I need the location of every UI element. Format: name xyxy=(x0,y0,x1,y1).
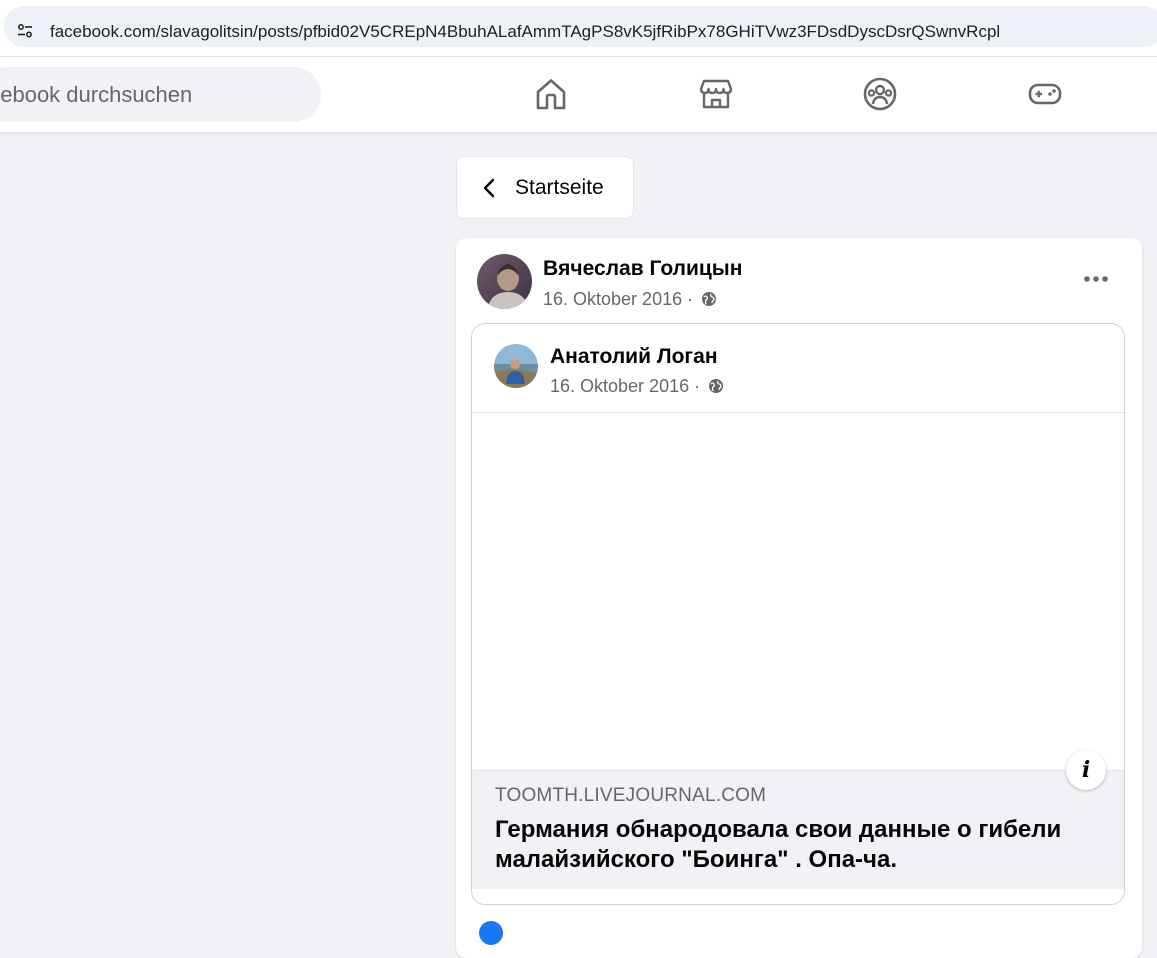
back-to-home-button[interactable]: Startseite xyxy=(456,156,634,219)
gaming-icon[interactable] xyxy=(1025,74,1065,114)
shared-author-avatar-image xyxy=(494,344,538,388)
address-bar[interactable]: facebook.com/slavagolitsin/posts/pfbid02… xyxy=(4,6,1157,47)
globe-icon xyxy=(709,379,724,393)
shared-post-date-text[interactable]: 16. Oktober 2016 · xyxy=(550,376,700,396)
globe-icon xyxy=(702,292,717,306)
url-text[interactable]: facebook.com/slavagolitsin/posts/pfbid02… xyxy=(50,22,1000,42)
back-button-label: Startseite xyxy=(515,176,604,199)
search-input[interactable] xyxy=(0,67,300,122)
link-title[interactable]: Германия обнародовала свои данные о гибе… xyxy=(495,815,1105,875)
facebook-header xyxy=(0,57,1157,132)
search-box[interactable] xyxy=(0,67,321,122)
post-date-text[interactable]: 16. Oktober 2016 · xyxy=(543,289,693,309)
post-card: Вячеслав Голицын 16. Oktober 2016 · Анат… xyxy=(456,238,1142,958)
like-reaction-icon xyxy=(479,921,503,945)
info-button[interactable]: i xyxy=(1066,750,1106,790)
shared-post[interactable]: Анатолий Логан 16. Oktober 2016 · TOOMTH… xyxy=(471,323,1125,905)
post-date: 16. Oktober 2016 · xyxy=(543,289,717,310)
browser-url-bar: facebook.com/slavagolitsin/posts/pfbid02… xyxy=(0,0,1157,57)
link-preview-footer[interactable]: TOOMTH.LIVEJOURNAL.COM Германия обнародо… xyxy=(472,770,1124,889)
author-avatar-image xyxy=(477,254,532,309)
home-icon[interactable] xyxy=(531,74,571,114)
more-options-icon[interactable] xyxy=(1072,264,1120,294)
link-domain: TOOMTH.LIVEJOURNAL.COM xyxy=(495,785,767,806)
marketplace-icon[interactable] xyxy=(696,74,736,114)
chevron-left-icon xyxy=(483,178,495,198)
shared-post-date: 16. Oktober 2016 · xyxy=(550,376,724,397)
link-preview-image[interactable] xyxy=(472,413,1124,770)
shared-author-avatar[interactable] xyxy=(494,344,538,388)
groups-icon[interactable] xyxy=(860,74,900,114)
info-icon: i xyxy=(1081,757,1091,783)
site-info-icon[interactable] xyxy=(17,23,33,39)
shared-author-name[interactable]: Анатолий Логан xyxy=(550,345,718,369)
author-avatar[interactable] xyxy=(477,254,532,309)
post-author-name[interactable]: Вячеслав Голицын xyxy=(543,257,742,281)
